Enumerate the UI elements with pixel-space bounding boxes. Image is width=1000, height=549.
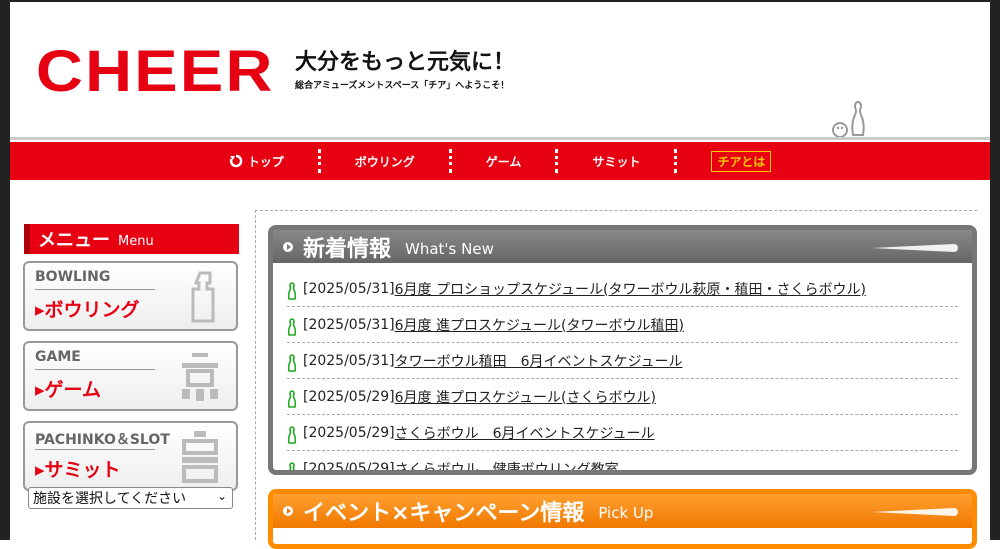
nav-bowling[interactable]: ボウリング [321, 153, 449, 170]
news-link[interactable]: 6月度 進プロスケジュール(さくらボウル) [395, 387, 656, 407]
news-item[interactable]: [2025/05/31] 6月度 プロショップスケジュール(タワーボウル萩原・稙田… [287, 271, 958, 307]
nav-summit[interactable]: サミット [558, 153, 674, 170]
robot-icon [182, 353, 218, 401]
green-pin-icon [288, 461, 296, 470]
nav-bowling-label: ボウリング [354, 154, 415, 169]
news-date: [2025/05/31] [303, 316, 395, 333]
news-item[interactable]: [2025/05/29] さくらボウル 健康ボウリング教室 [287, 451, 958, 475]
site-subline: 総合アミューズメントスペース「チア」へようこそ！ [295, 81, 510, 91]
sidebar-bowling-en: BOWLING [35, 269, 111, 285]
sidebar-game-jp: ▸ゲーム [35, 379, 101, 401]
news-item[interactable]: [2025/05/29] さくらボウル 6月イベントスケジュール [287, 415, 958, 451]
news-link[interactable]: さくらボウル 6月イベントスケジュール [395, 423, 655, 443]
news-link[interactable]: さくらボウル 健康ボウリング教室 [395, 459, 619, 471]
nav-game-label: ゲーム [485, 154, 522, 169]
event-campaign-panel: イベント×キャンペーン情報 Pick Up [268, 489, 977, 549]
sidebar-summit-jp: ▸サミット [35, 459, 121, 481]
nav-game[interactable]: ゲーム [452, 153, 556, 170]
swoosh-decoration-icon [872, 244, 958, 252]
facility-select-value: 施設を選択してください [33, 491, 187, 507]
news-list: [2025/05/31] 6月度 プロショップスケジュール(タワーボウル萩原・稙田… [273, 263, 972, 475]
header-divider [10, 137, 990, 140]
sidebar-bowling-jp: ▸ボウリング [35, 299, 140, 321]
facility-select[interactable]: 施設を選択してください ⌄ [28, 487, 233, 509]
site-header: CHEER 大分をもっと元気に！ 総合アミューズメントスペース「チア」へようこそ… [10, 0, 990, 140]
menu-title: メニュー Menu [24, 224, 239, 254]
bullet-arrow-icon [283, 506, 293, 516]
divider [35, 449, 155, 450]
news-date: [2025/05/31] [303, 280, 395, 297]
bowling-pin-icon [191, 271, 215, 323]
nav-top-label: トップ [247, 154, 284, 169]
sidebar-game-button[interactable]: GAME ▸ゲーム [23, 341, 238, 411]
green-pin-icon [287, 281, 297, 300]
whats-new-header: 新着情報 What's New [273, 230, 972, 263]
cheer-logo[interactable]: CHEER [36, 38, 275, 105]
slot-machine-icon [182, 431, 218, 483]
sidebar-summit-button[interactable]: PACHINKO＆SLOT ▸サミット [23, 421, 238, 491]
swoosh-decoration-icon [872, 508, 958, 516]
green-pin-icon [287, 353, 297, 372]
divider [35, 369, 155, 370]
menu-title-jp: メニュー [38, 230, 110, 251]
nav-top[interactable]: トップ [195, 153, 318, 170]
divider [35, 289, 155, 290]
nav-summit-label: サミット [592, 154, 641, 169]
refresh-icon [229, 154, 243, 168]
news-item[interactable]: [2025/05/31] タワーボウル稙田 6月イベントスケジュール [287, 343, 958, 379]
green-pin-icon [287, 425, 297, 444]
whats-new-panel: 新着情報 What's New [2025/05/31] 6月度 プロショップスケ… [268, 225, 977, 475]
event-title-en: Pick Up [598, 504, 654, 522]
green-pin-icon [287, 389, 297, 408]
news-date: [2025/05/29] [303, 424, 395, 441]
whats-new-title-en: What's New [405, 239, 494, 258]
content-divider [255, 210, 977, 211]
bowling-pins-icon [832, 100, 865, 138]
event-campaign-header: イベント×キャンペーン情報 Pick Up [273, 494, 972, 528]
sidebar-summit-en: PACHINKO＆SLOT [35, 432, 170, 448]
green-pin-icon [287, 317, 297, 336]
chevron-down-icon: ⌄ [216, 489, 227, 503]
news-date: [2025/05/29] [303, 388, 395, 405]
nav-about-label: チアとは [711, 150, 772, 172]
news-item[interactable]: [2025/05/31] 6月度 進プロスケジュール(タワーボウル稙田) [287, 307, 958, 343]
main-nav: トップ ボウリング ゲーム サミット チアとは [10, 142, 990, 180]
whats-new-title-jp: 新着情報 [303, 236, 392, 262]
nav-about[interactable]: チアとは [677, 150, 805, 172]
news-date: [2025/05/29] [303, 460, 395, 475]
sidebar-divider [255, 210, 256, 540]
news-link[interactable]: タワーボウル稙田 6月イベントスケジュール [395, 351, 683, 371]
news-link[interactable]: 6月度 プロショップスケジュール(タワーボウル萩原・稙田・さくらボウル) [395, 279, 866, 299]
bullet-arrow-icon [283, 241, 293, 252]
event-title-jp: イベント×キャンペーン情報 [303, 501, 585, 526]
sidebar-bowling-button[interactable]: BOWLING ▸ボウリング [23, 261, 238, 331]
menu-title-en: Menu [118, 233, 154, 249]
news-item[interactable]: [2025/05/29] 6月度 進プロスケジュール(さくらボウル) [287, 379, 958, 415]
site-tagline: 大分をもっと元気に！ [295, 50, 516, 75]
sidebar-game-en: GAME [35, 349, 81, 365]
news-date: [2025/05/31] [303, 352, 395, 369]
news-link[interactable]: 6月度 進プロスケジュール(タワーボウル稙田) [395, 315, 684, 335]
